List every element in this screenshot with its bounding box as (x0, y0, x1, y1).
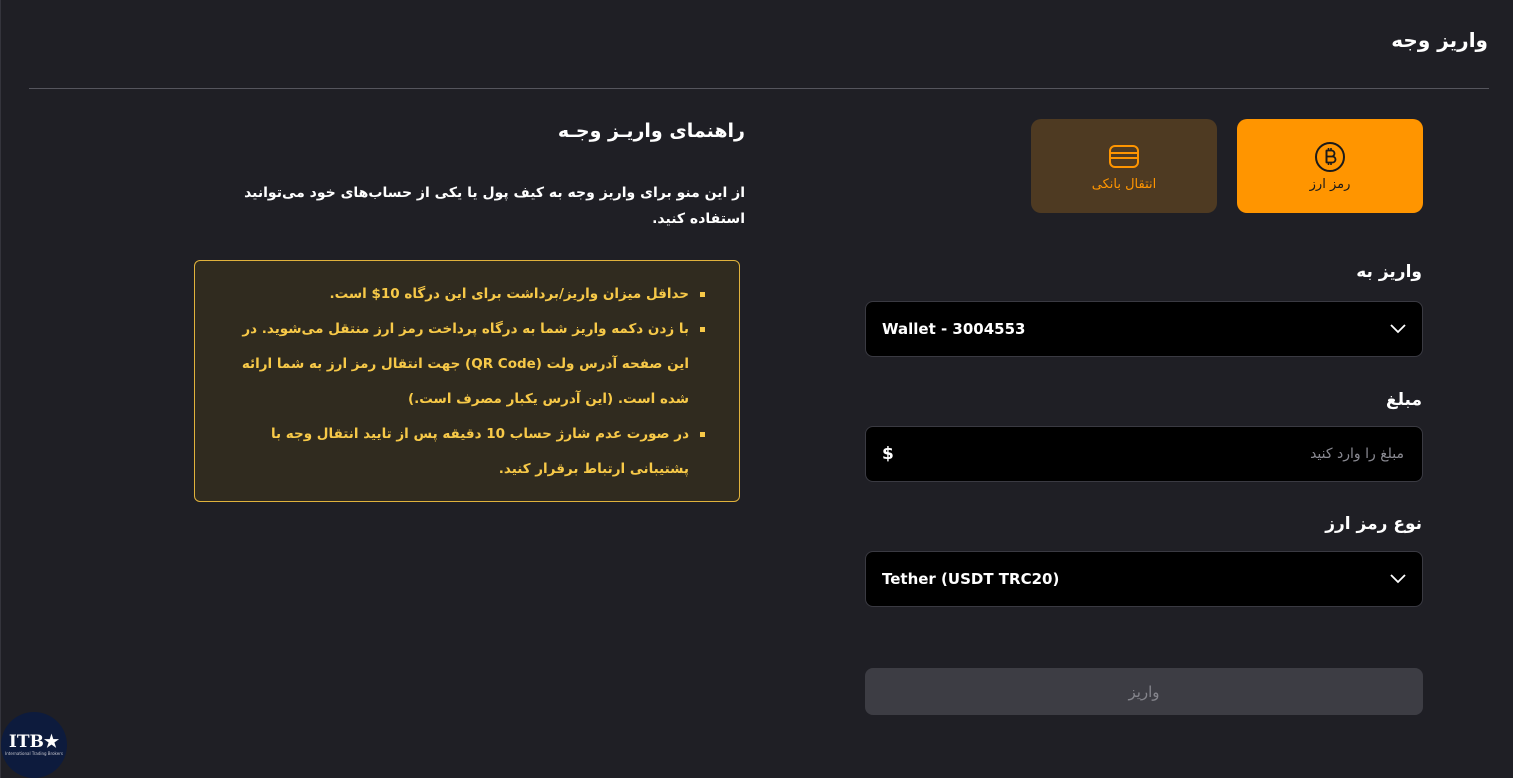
notice-item: حداقل میزان واریز/برداشت برای این درگاه … (219, 277, 705, 312)
currency-symbol: $ (882, 444, 894, 464)
notice-list: حداقل میزان واریز/برداشت برای این درگاه … (219, 277, 705, 487)
crypto-type-value: Tether (USDT TRC20) (882, 570, 1060, 588)
logo-text: ITB★ (8, 732, 60, 752)
bitcoin-icon (1314, 141, 1346, 173)
notice-box: حداقل میزان واریز/برداشت برای این درگاه … (194, 260, 740, 502)
method-crypto-button[interactable]: رمز ارز (1237, 119, 1423, 213)
amount-field: $ (865, 426, 1423, 482)
chevron-down-icon (1390, 321, 1406, 337)
method-crypto-label: رمز ارز (1309, 176, 1351, 192)
guide-title: راهنمای واریـز وجـه (557, 120, 745, 142)
notice-item: با زدن دکمه واریز شما به درگاه پرداخت رم… (219, 312, 705, 417)
amount-input[interactable] (893, 426, 1406, 482)
header-divider (29, 88, 1489, 89)
deposit-page: واریز وجه رمز ارز انتقال بانکی واریز به … (0, 0, 1513, 778)
page-title: واریز وجه (1391, 28, 1488, 52)
crypto-type-label: نوع رمز ارز (1325, 514, 1422, 534)
method-bank-label: انتقال بانکی (1091, 176, 1157, 192)
brand-logo: ITB★ International Trading Brokers (1, 712, 67, 778)
logo-subtext: International Trading Brokers (5, 751, 63, 756)
notice-item: در صورت عدم شارژ حساب 10 دقیقه پس از تای… (219, 417, 705, 487)
chevron-down-icon (1390, 571, 1406, 587)
amount-label: مبلغ (1385, 390, 1422, 410)
deposit-to-select[interactable]: Wallet - 3004553 (865, 301, 1423, 357)
method-bank-button[interactable]: انتقال بانکی (1031, 119, 1217, 213)
deposit-submit-button[interactable]: واریز (865, 668, 1423, 715)
guide-description: از این منو برای واریز وجه به کیف پول یا … (244, 185, 745, 227)
deposit-to-label: واریز به (1356, 262, 1422, 282)
credit-card-icon (1108, 141, 1140, 173)
deposit-to-value: Wallet - 3004553 (882, 320, 1026, 338)
crypto-type-select[interactable]: Tether (USDT TRC20) (865, 551, 1423, 607)
